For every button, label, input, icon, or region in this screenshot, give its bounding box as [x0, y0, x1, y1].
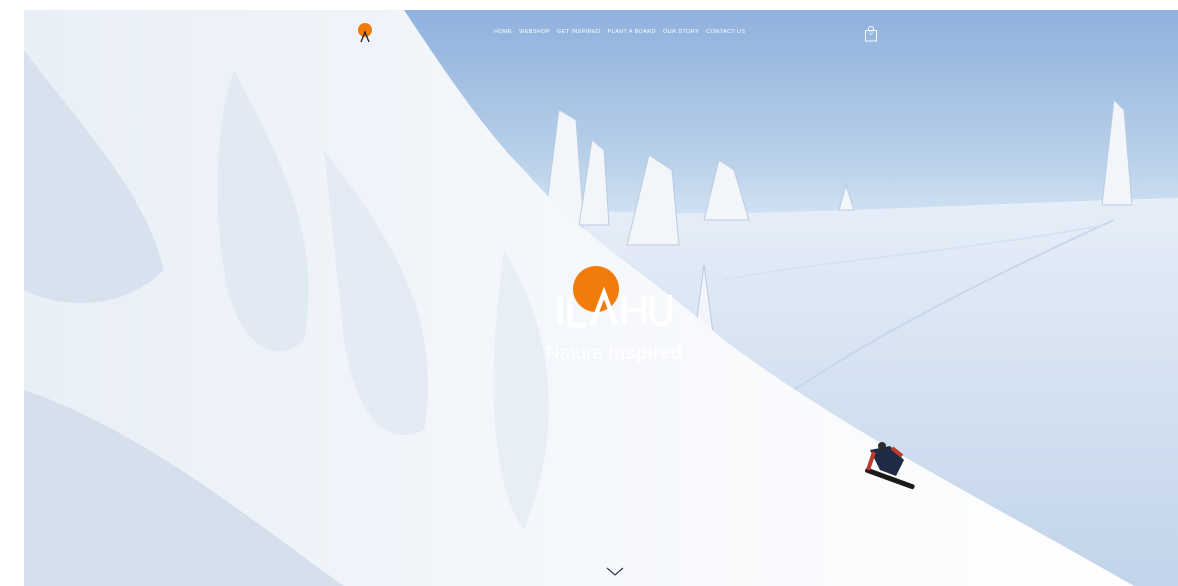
- nav-item-plant-a-board[interactable]: PLANT A BOARD: [608, 29, 657, 35]
- nav-item-get-inspired[interactable]: GET INSPIRED: [557, 29, 601, 35]
- nav-item-our-story[interactable]: OUR STORY: [663, 29, 699, 35]
- nav-item-home[interactable]: HOME: [494, 29, 512, 35]
- nav-item-contact-us[interactable]: CONTACT US: [706, 29, 745, 35]
- main-navigation: HOME WEBSHOP GET INSPIRED PLANT A BOARD …: [494, 29, 745, 35]
- tagline-inspired: Inspired: [608, 343, 683, 364]
- ilahu-brand-logo: [558, 266, 673, 328]
- tagline-nature: Nature: [545, 343, 603, 364]
- cart-count-badge: 0: [869, 31, 873, 37]
- hero-tagline: Nature Inspired: [514, 343, 714, 365]
- nav-item-webshop[interactable]: WEBSHOP: [519, 29, 550, 35]
- chevron-down-icon[interactable]: [605, 566, 625, 578]
- hero-section: HOME WEBSHOP GET INSPIRED PLANT A BOARD …: [24, 10, 1178, 586]
- cart-button[interactable]: 0: [864, 26, 878, 42]
- ilahu-sun-logo-icon[interactable]: [357, 23, 373, 43]
